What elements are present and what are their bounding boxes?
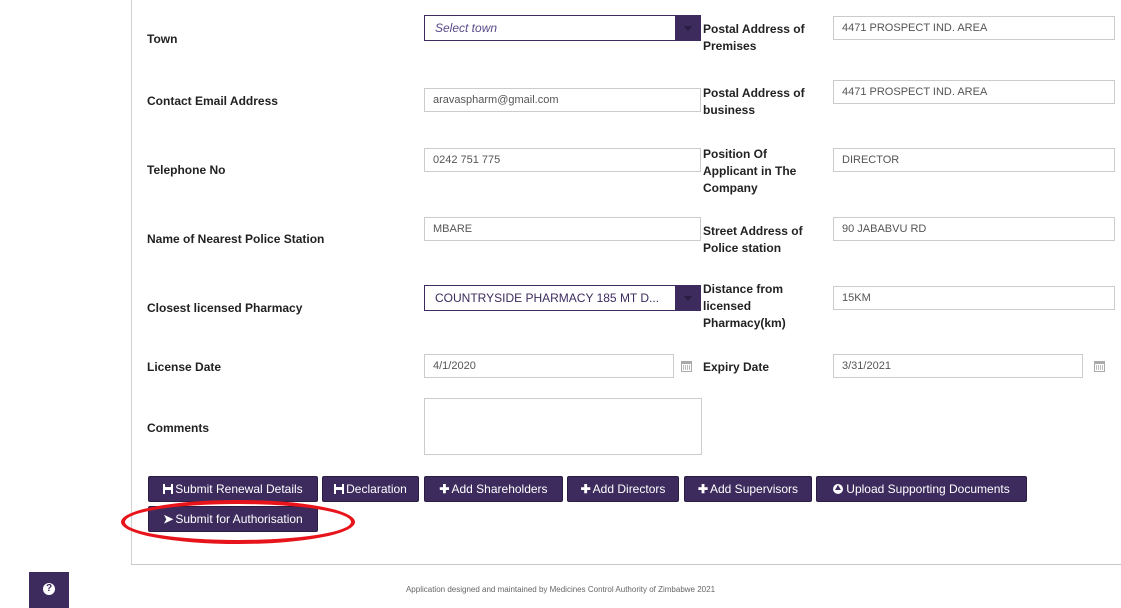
town-select-value: Select town — [435, 22, 498, 35]
position-input[interactable]: DIRECTOR — [833, 148, 1115, 172]
license-date-input[interactable]: 4/1/2020 — [424, 354, 674, 378]
add-supervisors-label: Add Supervisors — [710, 482, 799, 496]
postal-business-input[interactable]: 4471 PROSPECT IND. AREA — [833, 80, 1115, 104]
add-directors-label: Add Directors — [592, 482, 666, 496]
expiry-date-input[interactable]: 3/31/2021 — [833, 354, 1083, 378]
upload-documents-button[interactable]: Upload Supporting Documents — [816, 476, 1027, 502]
add-supervisors-button[interactable]: ✚ Add Supervisors — [684, 476, 812, 502]
email-label: Contact Email Address — [147, 94, 278, 108]
pharmacy-label: Closest licensed Pharmacy — [147, 301, 303, 315]
comments-label: Comments — [147, 421, 210, 435]
submit-authorisation-button[interactable]: ➤ Submit for Authorisation — [148, 506, 318, 532]
calendar-icon[interactable] — [681, 361, 692, 372]
license-date-label: License Date — [147, 360, 222, 374]
chevron-down-icon[interactable] — [675, 16, 700, 40]
footer-text: Application designed and maintained by M… — [405, 585, 716, 594]
position-label: Position Of Applicant in The Company — [703, 147, 797, 195]
declaration-button[interactable]: Declaration — [322, 476, 419, 502]
upload-icon — [833, 484, 844, 494]
police-station-label: Name of Nearest Police Station — [147, 232, 325, 246]
town-label: Town — [147, 32, 178, 46]
telephone-input[interactable]: 0242 751 775 — [424, 148, 701, 172]
plus-icon: ✚ — [580, 482, 591, 496]
town-select[interactable]: Select town — [424, 15, 701, 41]
upload-documents-label: Upload Supporting Documents — [846, 482, 1010, 496]
chevron-down-icon[interactable] — [675, 286, 700, 310]
send-icon: ➤ — [163, 512, 174, 526]
save-icon — [334, 484, 345, 494]
distance-input[interactable]: 15KM — [833, 286, 1115, 310]
add-shareholders-button[interactable]: ✚ Add Shareholders — [424, 476, 563, 502]
expiry-date-label: Expiry Date — [703, 360, 770, 374]
add-directors-button[interactable]: ✚ Add Directors — [567, 476, 679, 502]
postal-business-label: Postal Address of business — [703, 86, 805, 117]
submit-authorisation-label: Submit for Authorisation — [175, 512, 303, 526]
comments-textarea[interactable] — [424, 398, 702, 455]
postal-premises-label: Postal Address of Premises — [703, 22, 805, 53]
pharmacy-select-value: COUNTRYSIDE PHARMACY 185 MT D... — [435, 292, 660, 305]
submit-renewal-label: Submit Renewal Details — [175, 482, 303, 496]
save-icon — [163, 484, 174, 494]
police-station-input[interactable]: MBARE — [424, 217, 701, 241]
email-input[interactable]: aravaspharm@gmail.com — [424, 88, 701, 112]
distance-label: Distance from licensed Pharmacy(km) — [703, 282, 786, 330]
plus-icon: ✚ — [439, 482, 450, 496]
plus-icon: ✚ — [697, 482, 708, 496]
police-address-input[interactable]: 90 JABABVU RD — [833, 217, 1115, 241]
postal-premises-input[interactable]: 4471 PROSPECT IND. AREA — [833, 16, 1115, 40]
police-address-label: Street Address of Police station — [703, 224, 803, 255]
declaration-label: Declaration — [346, 482, 407, 496]
pharmacy-select[interactable]: COUNTRYSIDE PHARMACY 185 MT D... — [424, 285, 701, 311]
submit-renewal-button[interactable]: Submit Renewal Details — [148, 476, 318, 502]
add-shareholders-label: Add Shareholders — [451, 482, 548, 496]
calendar-icon[interactable] — [1094, 361, 1105, 372]
telephone-label: Telephone No — [147, 163, 226, 177]
